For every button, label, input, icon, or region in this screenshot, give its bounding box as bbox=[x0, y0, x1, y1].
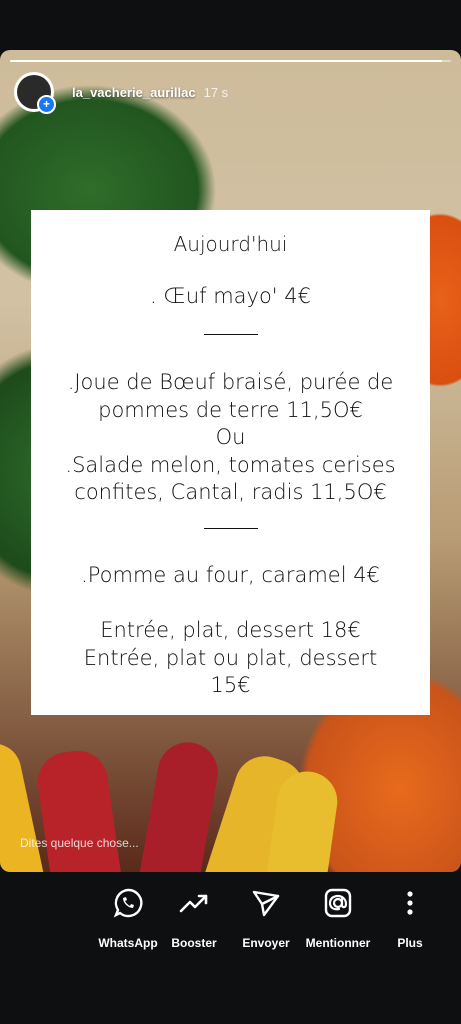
story-time: 17 s bbox=[203, 84, 229, 100]
send-button[interactable]: Envoyer bbox=[226, 880, 306, 950]
avatar[interactable]: + bbox=[14, 72, 56, 114]
reply-input[interactable]: Dites quelque chose... bbox=[20, 836, 139, 850]
story-progress-bar bbox=[10, 60, 451, 62]
send-icon bbox=[226, 880, 306, 926]
carrot-decoration bbox=[130, 737, 223, 872]
menu-line: . Œuf mayo' 4€ bbox=[150, 284, 311, 308]
menu-line: .Joue de Bœuf braisé, purée de bbox=[67, 370, 394, 394]
at-icon bbox=[298, 880, 378, 926]
action-label: Plus bbox=[397, 936, 423, 950]
action-label: Booster bbox=[171, 936, 217, 950]
story-progress-fill bbox=[10, 60, 443, 62]
carrot-decoration bbox=[33, 746, 130, 872]
booster-button[interactable]: Booster bbox=[154, 880, 234, 950]
story-actions-bar: WhatsApp Booster Envoyer Mentionner Plus bbox=[0, 880, 461, 960]
menu-line: Entrée, plat ou plat, dessert bbox=[83, 646, 378, 670]
menu-separator bbox=[204, 528, 258, 529]
action-label: Mentionner bbox=[305, 936, 371, 950]
trending-up-icon bbox=[154, 880, 234, 926]
menu-line: 15€ bbox=[210, 673, 251, 697]
menu-line: Ou bbox=[215, 425, 246, 449]
more-vertical-icon bbox=[370, 880, 450, 926]
menu-title: Aujourd'hui bbox=[173, 232, 288, 256]
action-label: Envoyer bbox=[242, 936, 290, 950]
mention-button[interactable]: Mentionner bbox=[298, 880, 378, 950]
menu-card: Aujourd'hui . Œuf mayo' 4€ .Joue de Bœuf… bbox=[31, 210, 430, 715]
add-story-icon[interactable]: + bbox=[37, 95, 56, 114]
menu-separator bbox=[204, 334, 258, 335]
story-header[interactable]: + la_vacherie_aurillac 17 s bbox=[14, 72, 229, 114]
menu-line: Entrée, plat, dessert 18€ bbox=[100, 618, 361, 642]
menu-line: .Salade melon, tomates cerises bbox=[65, 453, 396, 477]
username[interactable]: la_vacherie_aurillac bbox=[72, 85, 196, 100]
menu-line: pommes de terre 11,5O€ bbox=[98, 398, 363, 422]
menu-line: confites, Cantal, radis 11,5O€ bbox=[74, 480, 387, 504]
menu-line: .Pomme au four, caramel 4€ bbox=[81, 563, 380, 587]
more-button[interactable]: Plus bbox=[370, 880, 450, 950]
